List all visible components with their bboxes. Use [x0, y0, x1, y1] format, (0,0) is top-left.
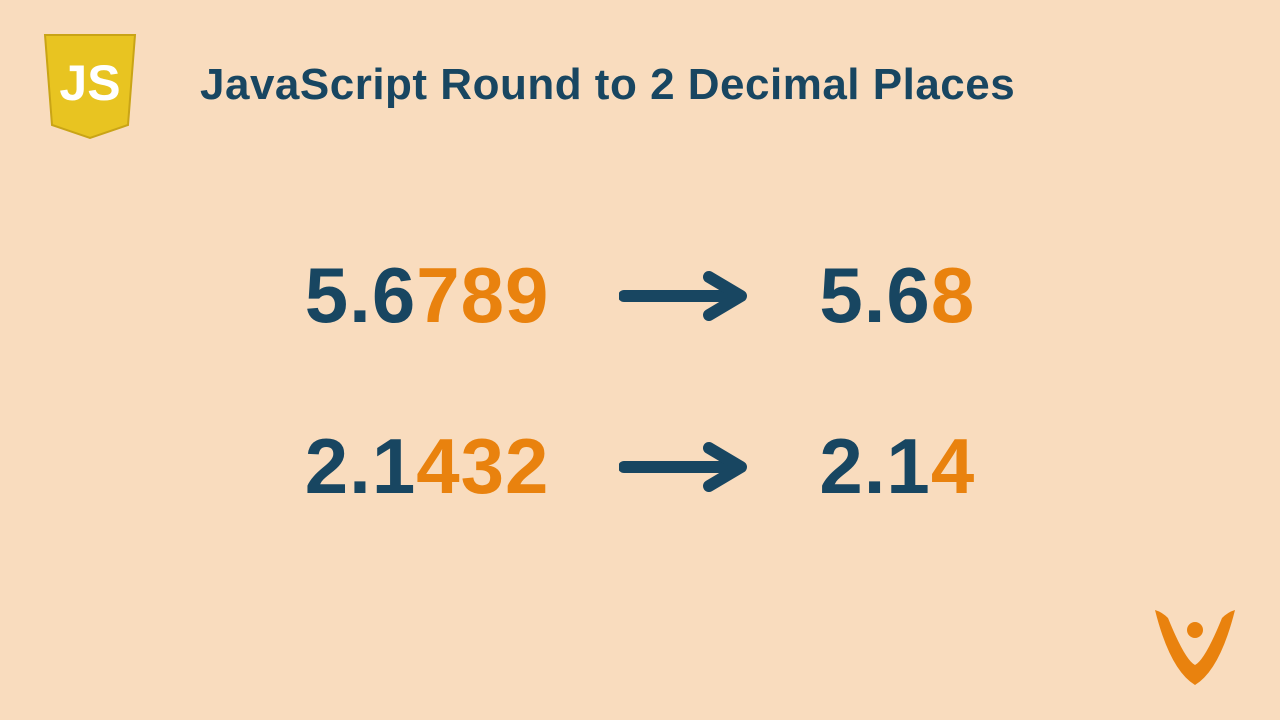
before-orange-part: 432 [416, 421, 549, 512]
victory-person-icon [1150, 600, 1240, 690]
example-row: 2.1432 2.14 [305, 421, 975, 512]
after-number: 2.14 [819, 421, 975, 512]
js-logo-icon: JS [40, 30, 140, 140]
before-number: 2.1432 [305, 421, 550, 512]
page-title: JavaScript Round to 2 Decimal Places [200, 60, 1200, 110]
arrow-right-icon [619, 271, 749, 321]
after-orange-part: 4 [931, 421, 975, 512]
before-dark-part: 2.1 [305, 421, 416, 512]
before-number: 5.6789 [305, 250, 550, 341]
after-dark-part: 5.6 [819, 250, 930, 341]
after-number: 5.68 [819, 250, 975, 341]
arrow-right-icon [619, 442, 749, 492]
example-row: 5.6789 5.68 [305, 250, 975, 341]
before-dark-part: 5.6 [305, 250, 416, 341]
examples-container: 5.6789 5.68 2.1432 2.14 [0, 250, 1280, 512]
after-orange-part: 8 [931, 250, 975, 341]
svg-text:JS: JS [59, 55, 120, 111]
before-orange-part: 789 [416, 250, 549, 341]
after-dark-part: 2.1 [819, 421, 930, 512]
